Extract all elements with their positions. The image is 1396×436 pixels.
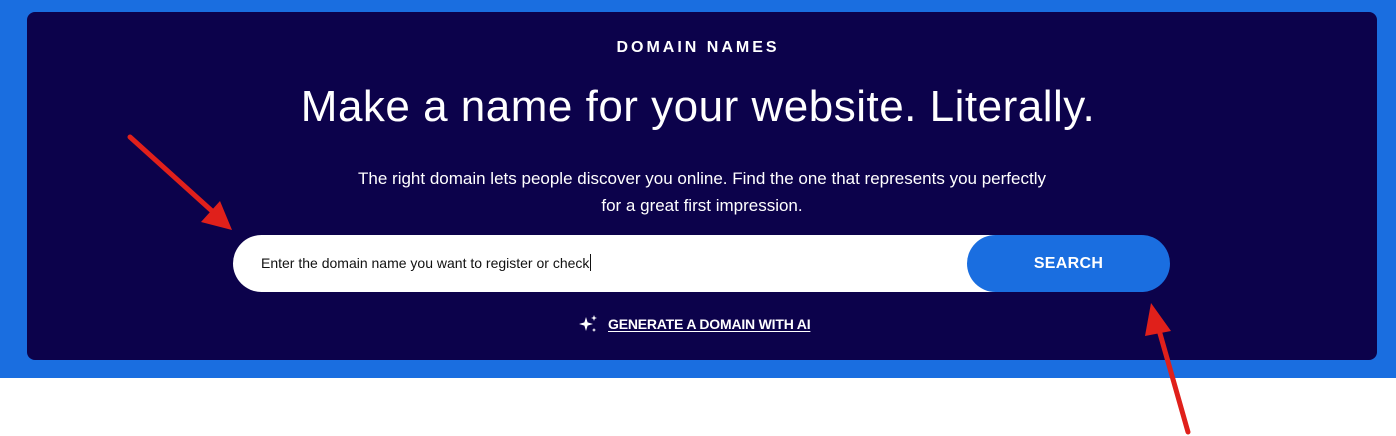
page-headline: Make a name for your website. Literally. xyxy=(300,82,1096,131)
sparkles-icon xyxy=(578,314,599,335)
search-button[interactable]: SEARCH xyxy=(967,235,1170,292)
section-eyebrow: DOMAIN NAMES xyxy=(616,39,780,56)
ai-link-label: GENERATE A DOMAIN WITH AI xyxy=(608,316,811,332)
generate-domain-ai-link[interactable]: GENERATE A DOMAIN WITH AI xyxy=(578,313,811,335)
hero-description: The right domain lets people discover yo… xyxy=(358,169,1046,215)
search-input-value[interactable]: Enter the domain name you want to regist… xyxy=(261,254,592,271)
text-caret xyxy=(590,254,592,271)
